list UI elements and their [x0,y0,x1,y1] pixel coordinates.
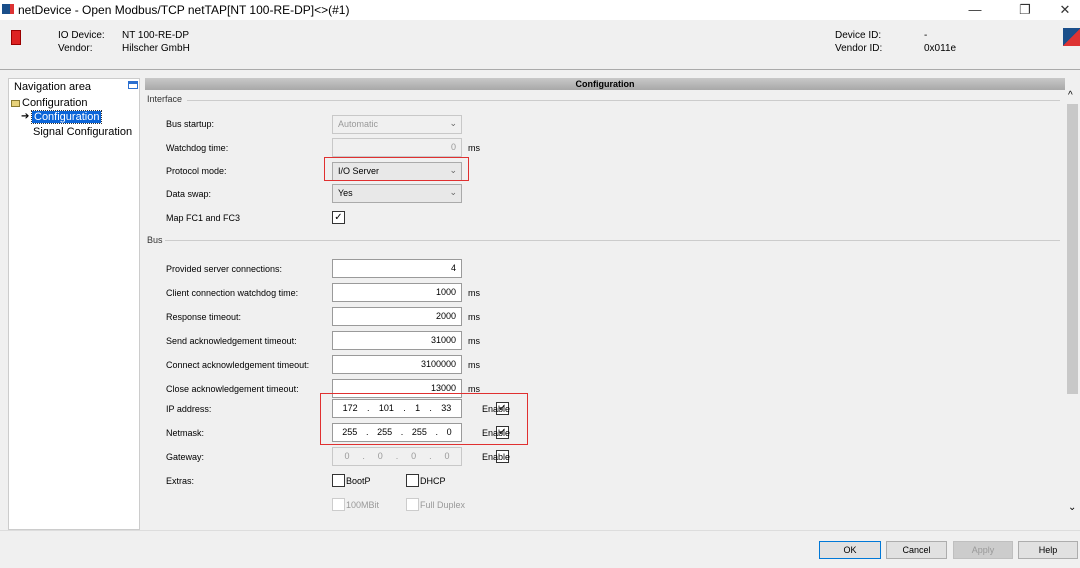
restore-button[interactable]: ❐ [1010,2,1040,18]
minimize-button[interactable]: — [960,2,990,17]
device-icon [11,30,21,45]
map-fc-checkbox[interactable]: ✓ [332,211,345,224]
divider [187,100,1060,101]
scrollbar-thumb[interactable] [1067,104,1078,394]
netmask-label: Netmask: [166,428,205,438]
bus-field-label: Close acknowledgement timeout: [166,384,299,394]
bus-field-label: Connect acknowledgement timeout: [166,360,310,370]
window-title: netDevice - Open Modbus/TCP netTAP[NT 10… [18,3,350,17]
bus-field-unit: ms [468,312,480,322]
bus-field-label: Provided server connections: [166,264,283,274]
interface-group-label: Interface [147,94,183,104]
scroll-up-icon[interactable]: ^ [1068,90,1073,101]
nav-item-signal-configuration[interactable]: Signal Configuration [33,126,132,138]
divider [0,530,1080,531]
fdt-logo [1063,28,1080,46]
bus-field-label: Send acknowledgement timeout: [166,336,297,346]
apply-button[interactable]: Apply [953,541,1013,559]
bus-field-unit: ms [468,336,480,346]
watchdog-unit: ms [468,143,480,153]
bus-startup-select[interactable]: Automatic ⌄ [332,115,462,134]
bootp-checkbox[interactable] [332,474,345,487]
collapse-icon[interactable] [128,81,138,89]
100mbit-checkbox[interactable] [332,498,345,511]
bus-field-label: Response timeout: [166,312,242,322]
bus-field-input[interactable]: 2000 [332,307,462,326]
nav-root[interactable]: Configuration [22,97,87,109]
bus-group-label: Bus [147,235,163,245]
ip-label: IP address: [166,404,212,414]
bus-field-input[interactable]: 31000 [332,331,462,350]
bootp-label: BootP [346,476,371,486]
close-button[interactable]: ✕ [1050,2,1080,18]
io-device-label: IO Device: [58,30,105,41]
navigation-panel: Navigation area Configuration ➔ Configur… [8,78,140,530]
bus-field-unit: ms [468,360,480,370]
100mbit-label: 100MBit [346,500,380,510]
highlight-box [324,157,469,181]
gateway-label: Gateway: [166,452,205,462]
data-swap-select[interactable]: Yes ⌄ [332,184,462,203]
divider [165,240,1060,241]
extras-label: Extras: [166,476,195,486]
watchdog-label: Watchdog time: [166,143,229,153]
device-id-label: Device ID: [835,30,882,41]
protocol-mode-label: Protocol mode: [166,166,227,176]
gateway-octet: 0 [411,451,417,461]
gateway-octet: 0 [344,451,350,461]
chevron-down-icon: ⌄ [449,187,457,197]
nav-title: Navigation area [14,81,92,93]
full-duplex-label: Full Duplex [420,500,466,510]
highlight-box [320,393,528,445]
vendor-id-label: Vendor ID: [835,43,883,54]
arrow-icon: ➔ [21,111,30,122]
vendor-label: Vendor: [58,43,93,54]
title-bar: netDevice - Open Modbus/TCP netTAP[NT 10… [0,0,1080,20]
watchdog-input[interactable]: 0 [332,138,462,157]
cancel-button[interactable]: Cancel [886,541,947,559]
dhcp-checkbox[interactable] [406,474,419,487]
gateway-octet: 0 [377,451,383,461]
io-device-value: NT 100-RE-DP [122,30,190,41]
configuration-header: Configuration [145,78,1065,90]
vertical-scrollbar[interactable]: ^ ⌄ [1065,90,1080,520]
dhcp-label: DHCP [420,476,446,486]
full-duplex-checkbox[interactable] [406,498,419,511]
gateway-enable-label: Enable [482,452,511,462]
bus-startup-value: Automatic [338,119,379,129]
bus-field-label: Client connection watchdog time: [166,288,299,298]
device-id-value: - [924,30,928,41]
gateway-input[interactable]: 0.0.0.0 [332,447,462,466]
folder-icon [11,100,20,107]
data-swap-label: Data swap: [166,189,212,199]
vendor-id-value: 0x011e [924,43,957,54]
bus-field-input[interactable]: 1000 [332,283,462,302]
configuration-panel: Configuration Interface Bus startup: Aut… [145,78,1080,522]
device-header: IO Device: NT 100-RE-DP Vendor: Hilscher… [0,20,1080,70]
scroll-down-icon[interactable]: ⌄ [1068,502,1076,513]
app-icon [2,4,14,14]
gateway-octet: 0 [444,451,450,461]
vendor-value: Hilscher GmbH [122,43,190,54]
bus-field-input[interactable]: 3100000 [332,355,462,374]
help-button[interactable]: Help [1018,541,1078,559]
ok-button[interactable]: OK [819,541,881,559]
bus-startup-label: Bus startup: [166,119,215,129]
nav-item-configuration[interactable]: Configuration [30,110,103,124]
bus-field-unit: ms [468,288,480,298]
data-swap-value: Yes [338,188,353,198]
map-fc-label: Map FC1 and FC3 [166,213,241,223]
bus-field-input[interactable]: 4 [332,259,462,278]
chevron-down-icon: ⌄ [449,118,457,128]
